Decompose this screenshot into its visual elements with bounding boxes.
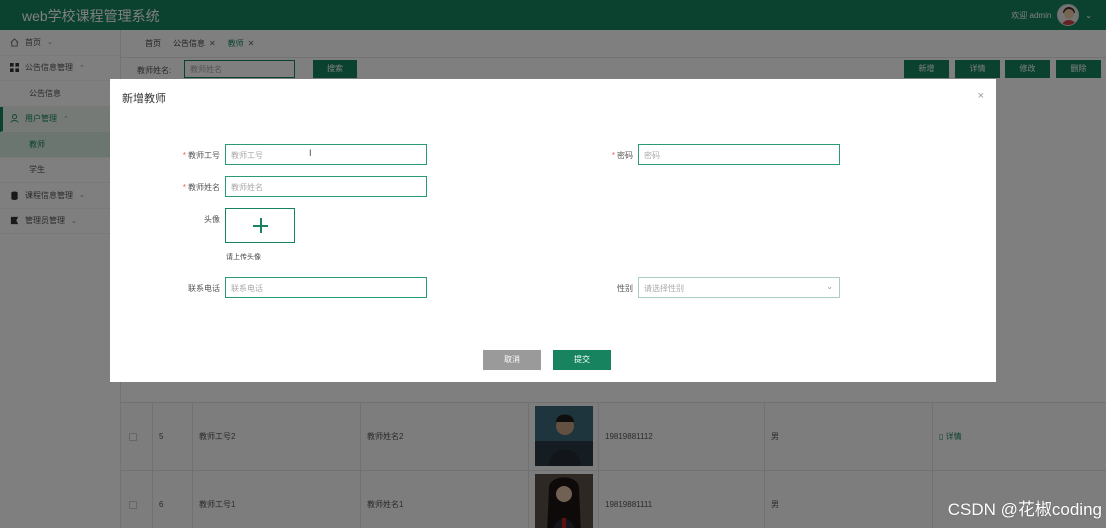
gender-label: 性别 bbox=[617, 284, 633, 293]
chevron-down-icon: ⌄ bbox=[826, 282, 833, 291]
password-label: * 密码 bbox=[573, 150, 633, 161]
phone-input[interactable]: 联系电话 bbox=[225, 277, 427, 298]
watermark: CSDN @花椒coding bbox=[947, 500, 1102, 519]
avatar-upload[interactable] bbox=[225, 208, 295, 243]
avatar-hint: 请上传头像 bbox=[226, 254, 261, 261]
avatar-label: 头像 bbox=[204, 215, 220, 224]
teacher-no-label: * 教师工号 bbox=[160, 150, 220, 161]
add-teacher-dialog: 新增教师 × * 教师工号 教师工号 I * 密码 密码 * 教师姓名 教师姓名 头像… bbox=[110, 79, 996, 382]
teacher-no-input[interactable]: 教师工号 bbox=[225, 144, 427, 165]
password-label-text: 密码 bbox=[617, 151, 633, 160]
close-icon[interactable]: × bbox=[978, 90, 984, 102]
password-input[interactable]: 密码 bbox=[638, 144, 840, 165]
teacher-name-label: * 教师姓名 bbox=[160, 182, 220, 193]
gender-select-value: 请选择性别 bbox=[644, 284, 684, 293]
submit-button[interactable]: 提交 bbox=[553, 350, 611, 370]
phone-label: 联系电话 bbox=[188, 284, 220, 293]
dialog-title: 新增教师 bbox=[122, 93, 166, 105]
teacher-name-input[interactable]: 教师姓名 bbox=[225, 176, 427, 197]
gender-select[interactable]: 请选择性别 ⌄ bbox=[638, 277, 840, 298]
teacher-name-label-text: 教师姓名 bbox=[188, 183, 220, 192]
teacher-no-label-text: 教师工号 bbox=[188, 151, 220, 160]
required-mark: * bbox=[182, 151, 186, 160]
required-mark: * bbox=[611, 151, 615, 160]
cancel-button[interactable]: 取消 bbox=[483, 350, 541, 370]
text-cursor-icon: I bbox=[309, 148, 312, 158]
required-mark: * bbox=[182, 183, 186, 192]
